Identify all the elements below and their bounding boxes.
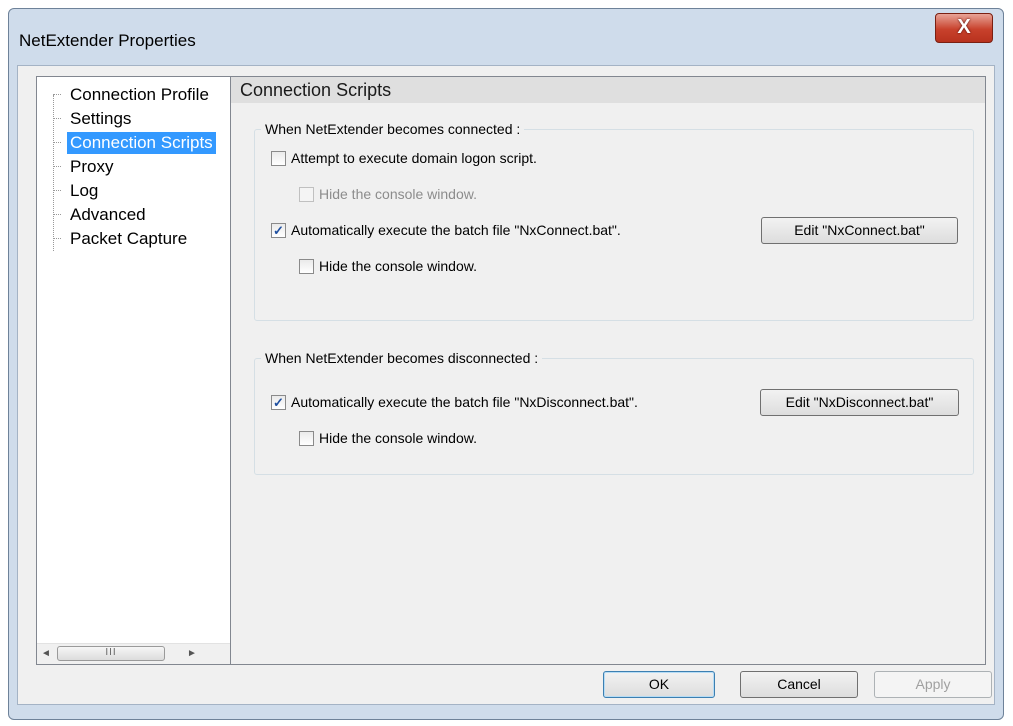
tree-item-label: Connection Profile bbox=[70, 85, 209, 104]
logon-script-label: Attempt to execute domain logon script. bbox=[291, 150, 537, 166]
checkbox-box[interactable] bbox=[299, 430, 314, 446]
grip-icon: III bbox=[105, 647, 117, 658]
tree-item-label: Advanced bbox=[70, 205, 146, 224]
checkbox-box[interactable] bbox=[299, 186, 314, 202]
disconnect-batch-label: Automatically execute the batch file "Nx… bbox=[291, 394, 638, 410]
disconnected-group: When NetExtender becomes disconnected : … bbox=[254, 350, 974, 475]
window-title: NetExtender Properties bbox=[19, 31, 196, 50]
disconnect-batch-checkbox[interactable]: ✓ Automatically execute the batch file "… bbox=[271, 394, 638, 410]
dialog-client-area: Connection Profile Settings Connection S… bbox=[17, 65, 995, 705]
scrollbar-thumb[interactable]: III bbox=[57, 646, 165, 661]
ok-button[interactable]: OK bbox=[603, 671, 715, 698]
hide-console-checkbox-3[interactable]: Hide the console window. bbox=[299, 430, 477, 446]
tree-item-packet-capture[interactable]: Packet Capture bbox=[37, 227, 233, 251]
logon-script-checkbox[interactable]: Attempt to execute domain logon script. bbox=[271, 150, 537, 166]
disconnected-group-title: When NetExtender becomes disconnected : bbox=[261, 350, 543, 366]
close-icon: X bbox=[957, 16, 971, 38]
close-button[interactable]: X bbox=[935, 13, 993, 43]
properties-window: NetExtender Properties X Connection Prof… bbox=[8, 8, 1004, 720]
connected-group: When NetExtender becomes connected : Att… bbox=[254, 121, 974, 321]
panel-title: Connection Scripts bbox=[231, 77, 985, 103]
horizontal-scrollbar[interactable]: ◄ III ► bbox=[37, 643, 233, 664]
hide-console-label: Hide the console window. bbox=[319, 430, 477, 446]
scroll-left-icon[interactable]: ◄ bbox=[37, 644, 55, 664]
tree-item-label: Connection Scripts bbox=[67, 132, 216, 154]
checkbox-box[interactable] bbox=[271, 150, 286, 166]
tree-item-label: Packet Capture bbox=[70, 229, 188, 248]
tree-item-advanced[interactable]: Advanced bbox=[37, 203, 233, 227]
navigation-tree: Connection Profile Settings Connection S… bbox=[36, 76, 234, 665]
connect-batch-label: Automatically execute the batch file "Nx… bbox=[291, 222, 621, 238]
edit-nxconnect-button[interactable]: Edit "NxConnect.bat" bbox=[761, 217, 958, 244]
checkbox-box[interactable] bbox=[299, 258, 314, 274]
checkbox-box[interactable]: ✓ bbox=[271, 394, 286, 410]
tree-item-connection-scripts[interactable]: Connection Scripts bbox=[37, 131, 233, 155]
hide-console-label: Hide the console window. bbox=[319, 258, 477, 274]
tree-item-label: Log bbox=[70, 181, 99, 200]
hide-console-checkbox-2[interactable]: Hide the console window. bbox=[299, 258, 477, 274]
tree-item-connection-profile[interactable]: Connection Profile bbox=[37, 83, 233, 107]
tree-item-proxy[interactable]: Proxy bbox=[37, 155, 233, 179]
edit-nxdisconnect-button[interactable]: Edit "NxDisconnect.bat" bbox=[760, 389, 959, 416]
tree-item-label: Settings bbox=[70, 109, 132, 128]
tree-item-log[interactable]: Log bbox=[37, 179, 233, 203]
tree-item-settings[interactable]: Settings bbox=[37, 107, 233, 131]
checkbox-box[interactable]: ✓ bbox=[271, 222, 286, 238]
title-bar[interactable]: NetExtender Properties X bbox=[9, 9, 1003, 65]
connection-scripts-panel: Connection Scripts When NetExtender beco… bbox=[230, 76, 986, 665]
scroll-right-icon[interactable]: ► bbox=[183, 644, 201, 664]
cancel-button[interactable]: Cancel bbox=[740, 671, 858, 698]
tree-item-label: Proxy bbox=[70, 157, 114, 176]
hide-console-label: Hide the console window. bbox=[319, 186, 477, 202]
hide-console-checkbox-1[interactable]: Hide the console window. bbox=[299, 186, 477, 202]
apply-button[interactable]: Apply bbox=[874, 671, 992, 698]
connected-group-title: When NetExtender becomes connected : bbox=[261, 121, 525, 137]
connect-batch-checkbox[interactable]: ✓ Automatically execute the batch file "… bbox=[271, 222, 621, 238]
